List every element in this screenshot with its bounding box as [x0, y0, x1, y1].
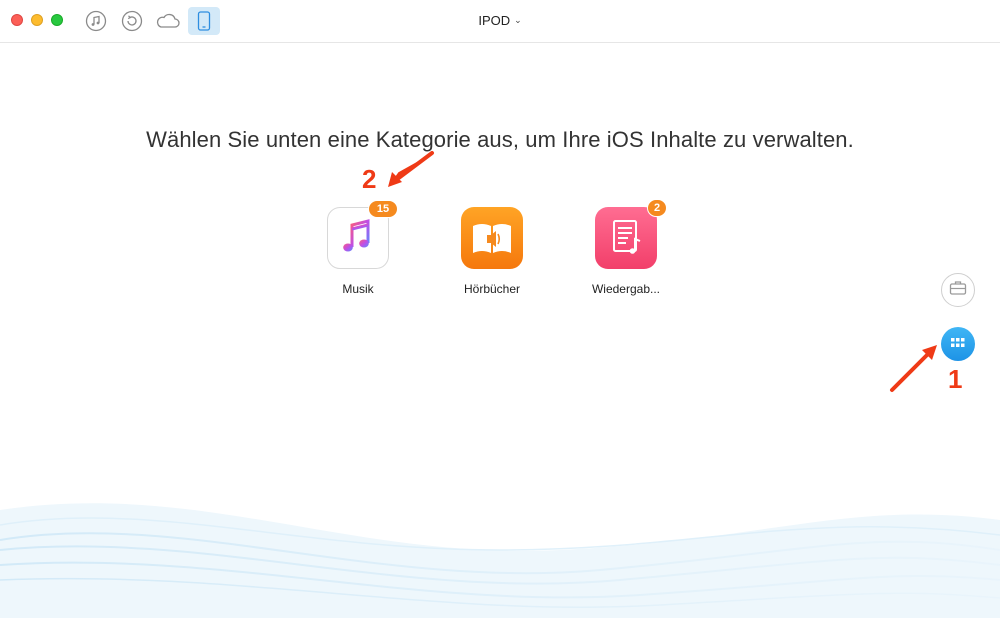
- toolkit-button[interactable]: [941, 273, 975, 307]
- item-count-badge: 15: [368, 200, 398, 218]
- audiobook-icon[interactable]: [461, 207, 523, 269]
- playlist-icon[interactable]: 2: [595, 199, 667, 269]
- category-view-button[interactable]: [941, 327, 975, 361]
- category-hoerbuecher[interactable]: Hörbücher: [432, 207, 552, 296]
- page-headline: Wählen Sie unten eine Kategorie aus, um …: [146, 127, 854, 152]
- category-musik[interactable]: 15 Musik: [298, 200, 418, 296]
- category-label: Wiedergab...: [591, 282, 661, 296]
- category-grid-icon: [951, 335, 965, 353]
- music-icon[interactable]: 15: [327, 200, 398, 269]
- device-name: IPOD: [478, 13, 511, 28]
- category-label: Musik: [342, 282, 374, 296]
- title-bar: IPOD ⌄: [0, 0, 1000, 43]
- annotation-step-2: 2: [362, 164, 377, 194]
- chevron-down-icon: ⌄: [514, 15, 522, 25]
- device-selector[interactable]: IPOD ⌄: [0, 13, 1000, 28]
- background-waves: [0, 503, 1000, 618]
- category-label: Hörbücher: [463, 282, 521, 296]
- annotation-step-1: 1: [948, 364, 963, 394]
- item-count-badge: 2: [647, 199, 667, 217]
- toolkit-icon: [949, 280, 967, 301]
- arrow-to-musik: [387, 152, 433, 187]
- category-wiedergabelisten[interactable]: 2 Wiedergab...: [566, 199, 686, 296]
